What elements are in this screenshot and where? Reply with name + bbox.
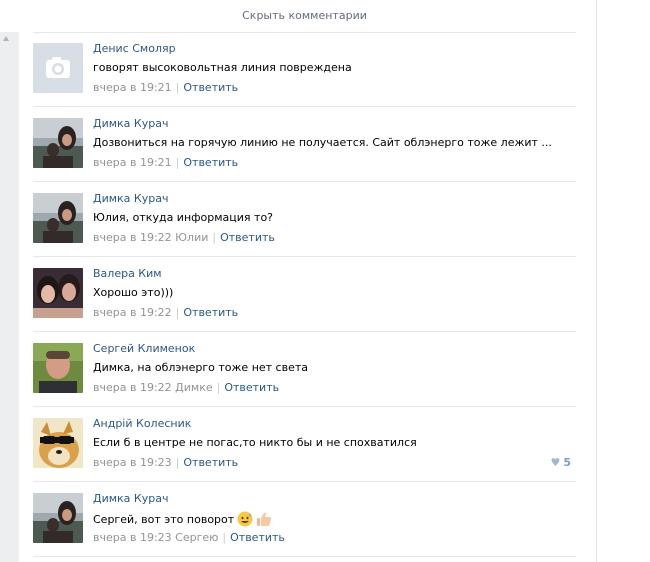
reply-button[interactable]: Ответить bbox=[183, 306, 238, 319]
comment-time[interactable]: вчера в 19:23 bbox=[93, 531, 172, 544]
right-divider bbox=[596, 0, 597, 562]
avatar-photo-icon bbox=[33, 493, 83, 543]
reply-to[interactable]: Димке bbox=[175, 381, 212, 394]
reply-button[interactable]: Ответить bbox=[220, 231, 275, 244]
comment-meta: вчера в 19:23 Сергею | Ответить bbox=[93, 531, 285, 544]
avatar[interactable] bbox=[33, 118, 83, 168]
meta-separator: | bbox=[175, 81, 180, 94]
like-count: 5 bbox=[563, 456, 571, 469]
hide-comments-link[interactable]: Скрыть комментарии bbox=[33, 0, 576, 33]
comment-author[interactable]: Денис Смоляр bbox=[93, 42, 176, 55]
meta-separator: | bbox=[175, 156, 180, 169]
reply-button[interactable]: Ответить bbox=[230, 531, 285, 544]
comment-time[interactable]: вчера в 19:21 bbox=[93, 156, 172, 169]
avatar[interactable] bbox=[33, 268, 83, 318]
avatar-photo-icon bbox=[33, 268, 83, 318]
comment-author[interactable]: Андрій Колесник bbox=[93, 417, 191, 430]
comment-text-content: Сергей, вот это поворот bbox=[93, 513, 235, 526]
comment-text: говорят высоковольтная линия повреждена bbox=[93, 61, 352, 74]
comment-text: Димка, на облэнерго тоже нет света bbox=[93, 361, 308, 374]
comment-time[interactable]: вчера в 19:23 bbox=[93, 456, 172, 469]
reply-button[interactable]: Ответить bbox=[183, 81, 238, 94]
sweat-smile-emoji-icon bbox=[237, 511, 253, 527]
reply-to[interactable]: Сергею bbox=[175, 531, 218, 544]
comment-item: Сергей Клименок Димка, на облэнерго тоже… bbox=[33, 332, 576, 407]
comment-item: Валера Ким Хорошо это))) вчера в 19:22 | О… bbox=[33, 257, 576, 332]
comment-author[interactable]: Димка Курач bbox=[93, 117, 168, 130]
comment-item: Денис Смоляр говорят высоковольтная лини… bbox=[33, 32, 576, 107]
comment-meta: вчера в 19:21 | Ответить bbox=[93, 156, 238, 169]
comment-time[interactable]: вчера в 19:22 bbox=[93, 381, 172, 394]
scroll-up-arrow-icon[interactable] bbox=[3, 36, 9, 41]
comment-text: Дозвониться на горячую линию не получает… bbox=[93, 136, 552, 149]
meta-separator: | bbox=[216, 381, 221, 394]
reply-button[interactable]: Ответить bbox=[183, 156, 238, 169]
comment-author[interactable]: Димка Курач bbox=[93, 492, 168, 505]
comment-time[interactable]: вчера в 19:21 bbox=[93, 81, 172, 94]
meta-separator: | bbox=[212, 231, 217, 244]
comment-time[interactable]: вчера в 19:22 bbox=[93, 306, 172, 319]
comment-author[interactable]: Сергей Клименок bbox=[93, 342, 195, 355]
reply-to[interactable]: Юлии bbox=[175, 231, 208, 244]
meta-separator: | bbox=[175, 456, 180, 469]
doge-icon bbox=[33, 418, 83, 468]
heart-icon: ♥ bbox=[550, 456, 561, 469]
avatar-photo-icon bbox=[33, 118, 83, 168]
comment-text: Если б в центре не погас,то никто бы и н… bbox=[93, 436, 417, 449]
comment-meta: вчера в 19:22 | Ответить bbox=[93, 306, 238, 319]
avatar[interactable] bbox=[33, 43, 83, 93]
avatar-photo-icon bbox=[33, 343, 83, 393]
avatar[interactable] bbox=[33, 343, 83, 393]
left-scroll-strip[interactable] bbox=[0, 32, 19, 562]
reply-button[interactable]: Ответить bbox=[224, 381, 279, 394]
comment-meta: вчера в 19:22 Юлии | Ответить bbox=[93, 231, 275, 244]
comment-text: Сергей, вот это поворот bbox=[93, 511, 272, 527]
comment-meta: вчера в 19:23 | Ответить bbox=[93, 456, 238, 469]
comment-list: Денис Смоляр говорят высоковольтная лини… bbox=[33, 32, 576, 557]
comment-meta: вчера в 19:22 Димке | Ответить bbox=[93, 381, 279, 394]
comment-item: Димка Курач Юлия, откуда информация то? … bbox=[33, 182, 576, 257]
comment-item: Димка Курач Дозвониться на горячую линию… bbox=[33, 107, 576, 182]
comment-author[interactable]: Валера Ким bbox=[93, 267, 162, 280]
avatar[interactable] bbox=[33, 418, 83, 468]
comment-time[interactable]: вчера в 19:22 bbox=[93, 231, 172, 244]
avatar[interactable] bbox=[33, 193, 83, 243]
reply-button[interactable]: Ответить bbox=[183, 456, 238, 469]
comment-text: Юлия, откуда информация то? bbox=[93, 211, 274, 224]
meta-separator: | bbox=[175, 306, 180, 319]
like-button[interactable]: ♥ 5 bbox=[550, 456, 571, 469]
avatar-photo-icon bbox=[33, 193, 83, 243]
comment-text: Хорошо это))) bbox=[93, 286, 174, 299]
comment-meta: вчера в 19:21 | Ответить bbox=[93, 81, 238, 94]
avatar[interactable] bbox=[33, 493, 83, 543]
comment-item: Андрій Колесник Если б в центре не погас… bbox=[33, 407, 576, 482]
meta-separator: | bbox=[222, 531, 227, 544]
camera-icon bbox=[33, 43, 83, 93]
thumbs-up-emoji-icon bbox=[257, 512, 272, 526]
comment-item: Димка Курач Сергей, вот это поворот вчер… bbox=[33, 482, 576, 557]
comment-author[interactable]: Димка Курач bbox=[93, 192, 168, 205]
